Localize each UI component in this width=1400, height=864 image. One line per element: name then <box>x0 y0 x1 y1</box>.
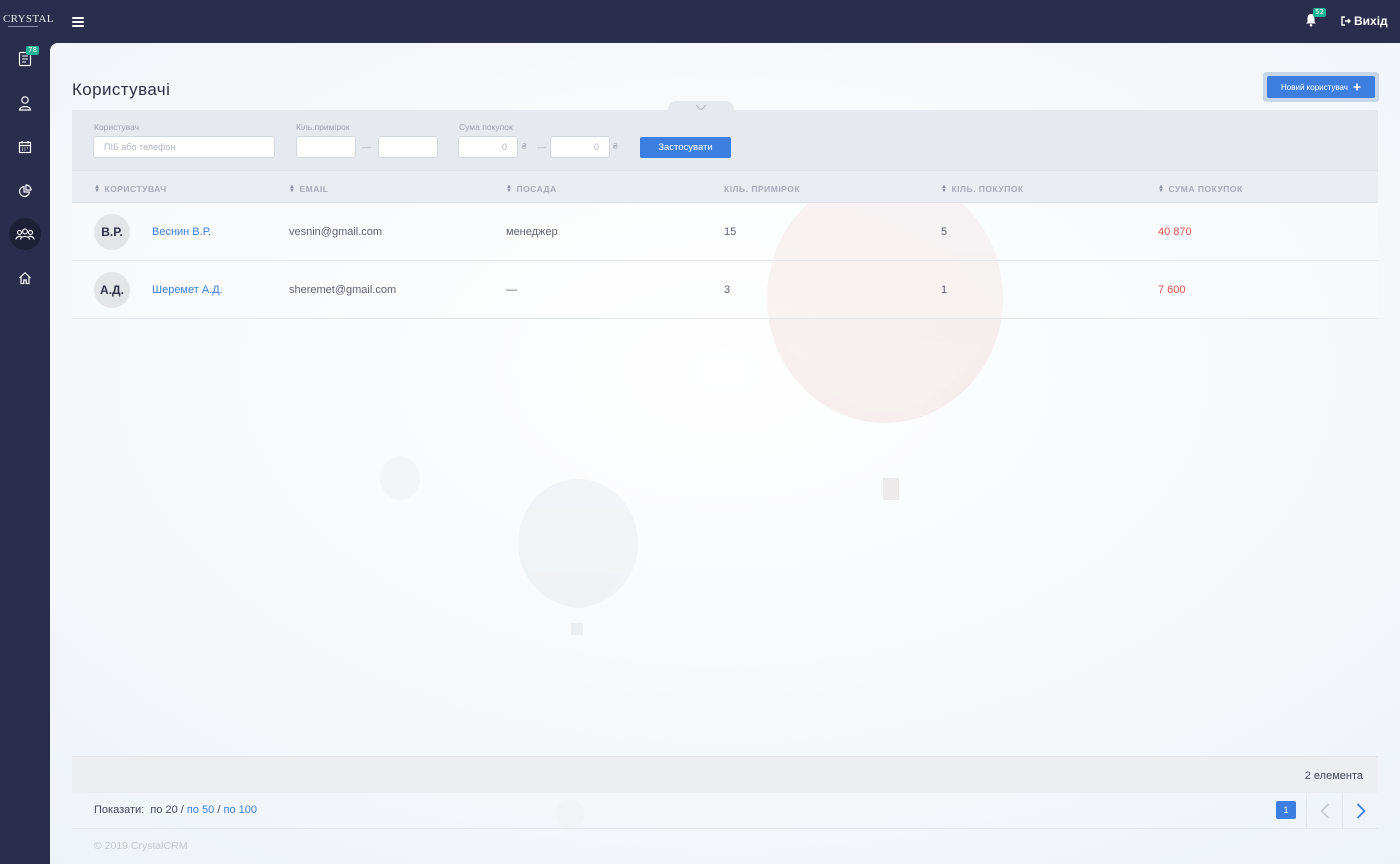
sidebar-item-orders[interactable]: 78 <box>9 43 41 75</box>
menu-toggle-icon[interactable] <box>72 17 84 27</box>
fittings-from-input[interactable] <box>296 136 356 158</box>
table-row[interactable]: В.Р. Веснин В.Р. vesnin@gmail.com менедж… <box>72 203 1378 261</box>
orders-badge: 78 <box>26 46 39 55</box>
pagination-bar: Показати: по 20 / по 50 / по 100 1 <box>72 793 1378 829</box>
user-name-link[interactable]: Веснин В.Р. <box>152 226 211 238</box>
logout-icon <box>1341 16 1351 26</box>
user-position: — <box>506 284 517 296</box>
calendar-icon <box>18 141 32 154</box>
user-purchases-count: 1 <box>941 284 948 296</box>
sum-to-input[interactable]: 0 <box>550 136 610 158</box>
table-header: ▲ ▼ КОРИСТУВАЧ ▲ ▼ EMAIL ▲ ▼ ПОСАДА КІЛЬ. ПРИМ… <box>72 170 1378 203</box>
page-size-separator: / <box>180 804 184 816</box>
sidebar-item-home[interactable] <box>9 262 41 294</box>
user-name-link[interactable]: Шеремет А.Д. <box>152 284 223 296</box>
notifications-count-badge: 52 <box>1313 8 1326 17</box>
new-user-button[interactable]: Новий користувач <box>1267 76 1375 98</box>
sum-filter-label: Сума покупок <box>459 122 513 132</box>
home-icon <box>19 271 31 285</box>
column-header-user[interactable]: ▲ ▼ КОРИСТУВАЧ <box>94 184 167 194</box>
sidebar: 78 <box>0 43 50 864</box>
page-size-separator: / <box>217 804 221 816</box>
avatar: В.Р. <box>94 214 130 250</box>
page-size-label: Показати: <box>94 804 145 816</box>
column-header-position[interactable]: ▲ ▼ ПОСАДА <box>506 184 557 194</box>
sidebar-item-calendar[interactable] <box>9 131 41 163</box>
sum-from-input[interactable]: 0 <box>458 136 518 158</box>
sidebar-item-users[interactable] <box>9 218 41 250</box>
column-header-purchases[interactable]: ▲ ▼ КІЛЬ. ПОКУПОК <box>941 184 1024 194</box>
sort-icon: ▲ ▼ <box>506 184 513 194</box>
user-position: менеджер <box>506 226 558 238</box>
pie-chart-icon <box>18 184 32 198</box>
footer-copyright: © 2019 CrystalCRM <box>94 840 188 852</box>
user-search-input[interactable]: ПІБ або телефон <box>93 136 275 158</box>
fittings-to-input[interactable] <box>378 136 438 158</box>
new-user-button-label: Новий користувач <box>1281 82 1348 92</box>
logout-label: Вихід <box>1354 14 1388 28</box>
previous-page-button[interactable] <box>1306 793 1342 829</box>
user-icon <box>18 96 32 111</box>
page-size-50[interactable]: по 50 <box>187 804 214 816</box>
user-purchases-count: 5 <box>941 226 948 238</box>
column-header-fittings: КІЛЬ. ПРИМІРОК <box>724 184 801 194</box>
next-page-button[interactable] <box>1342 793 1378 829</box>
results-count-bar: 2 елемента <box>72 756 1378 793</box>
chevron-left-icon <box>1319 803 1329 819</box>
page-title: Користувачі <box>72 80 171 99</box>
notifications-bell-icon[interactable]: 52 <box>1305 8 1326 29</box>
sum-from-currency: ₴ <box>522 142 527 151</box>
fittings-range-dash: — <box>362 142 371 152</box>
page-number-current[interactable]: 1 <box>1276 801 1296 819</box>
user-purchases-sum: 40 870 <box>1158 226 1192 238</box>
table-row[interactable]: А.Д. Шеремет А.Д. sheremet@gmail.com — 3… <box>72 261 1378 319</box>
plus-icon <box>1353 83 1361 91</box>
user-fittings-count: 3 <box>724 284 731 296</box>
sort-icon: ▲ ▼ <box>289 184 296 194</box>
sort-icon: ▲ ▼ <box>1158 184 1165 194</box>
avatar: А.Д. <box>94 272 130 308</box>
sidebar-item-clients[interactable] <box>9 87 41 119</box>
user-fittings-count: 15 <box>724 226 737 238</box>
user-email: sheremet@gmail.com <box>289 284 397 296</box>
main-content: Користувачі Новий користувач Користувач … <box>50 43 1400 864</box>
results-count: 2 елемента <box>1304 770 1363 782</box>
sort-icon: ▲ ▼ <box>94 184 101 194</box>
logout-button[interactable]: Вихід <box>1341 14 1388 28</box>
page-size-20[interactable]: по 20 <box>150 804 177 816</box>
app-logo[interactable]: CRYSTAL <box>3 13 54 25</box>
user-purchases-sum: 7 600 <box>1158 284 1186 296</box>
user-filter-label: Користувач <box>94 122 140 132</box>
chevron-right-icon <box>1356 803 1366 819</box>
page-size-100[interactable]: по 100 <box>223 804 256 816</box>
sidebar-item-reports[interactable] <box>9 175 41 207</box>
sort-icon: ▲ ▼ <box>941 184 948 194</box>
sum-to-currency: ₴ <box>613 142 618 151</box>
new-user-button-frame: Новий користувач <box>1263 72 1379 102</box>
apply-filters-button[interactable]: Застосувати <box>640 137 731 158</box>
user-email: vesnin@gmail.com <box>289 226 383 238</box>
sum-range-dash: — <box>537 142 546 152</box>
logo-underline <box>8 26 38 27</box>
top-bar: CRYSTAL 52 Вихід <box>0 0 1400 43</box>
page-size-selector: Показати: по 20 / по 50 / по 100 <box>94 804 257 816</box>
users-icon <box>15 228 35 240</box>
filters-panel: Користувач ПІБ або телефон Кіль.примірок… <box>72 110 1378 170</box>
column-header-email[interactable]: ▲ ▼ EMAIL <box>289 184 328 194</box>
column-header-sum[interactable]: ▲ ▼ СУМА ПОКУПОК <box>1158 184 1243 194</box>
fittings-filter-label: Кіль.примірок <box>296 122 350 132</box>
